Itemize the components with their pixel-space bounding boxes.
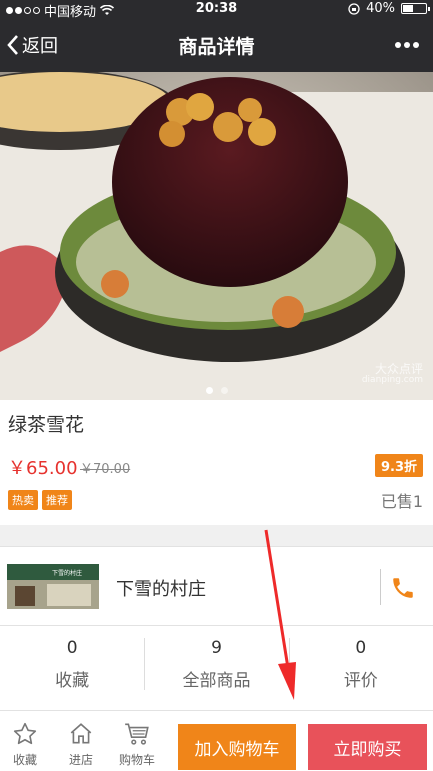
carousel-pager	[0, 387, 433, 394]
battery-icon	[401, 3, 430, 14]
stat-label: 全部商品	[182, 671, 251, 691]
divider	[380, 569, 381, 605]
stat-label: 评价	[343, 671, 378, 691]
stat-label: 收藏	[55, 671, 90, 691]
original-price: ￥70.00	[80, 462, 131, 477]
sold-count: 已售1	[380, 492, 423, 511]
tag-recommended: 推荐	[42, 490, 72, 510]
store-button[interactable]: 进店	[56, 721, 106, 768]
product-name: 绿茶雪花	[8, 414, 85, 436]
phone-icon[interactable]	[390, 575, 416, 601]
store-label: 进店	[68, 753, 93, 767]
cart-icon	[125, 723, 149, 745]
product-photo	[0, 72, 433, 400]
product-tags: 热卖 推荐	[8, 490, 72, 510]
more-menu-icon[interactable]	[395, 42, 419, 48]
status-bar: 中国移动 20:38 40%	[0, 0, 433, 20]
product-image-carousel[interactable]: 大众点评 dianping.com	[0, 72, 433, 400]
page-title: 商品详情	[178, 36, 255, 58]
favorite-label: 收藏	[12, 753, 37, 767]
watermark: 大众点评 dianping.com	[361, 362, 423, 386]
cart-button[interactable]: 购物车	[112, 721, 162, 768]
stat-value: 0	[355, 638, 367, 658]
watermark-sub: dianping.com	[361, 375, 423, 386]
shop-stats: 0 收藏 9 全部商品 0 评价	[0, 626, 433, 710]
battery-percent: 40%	[366, 1, 395, 16]
pager-dot-active[interactable]	[205, 387, 213, 394]
orientation-lock-icon	[348, 2, 360, 15]
home-icon	[70, 723, 92, 744]
product-price: ￥65.00	[8, 458, 78, 479]
stat-value: 9	[211, 638, 222, 658]
shop-name: 下雪的村庄	[116, 579, 206, 600]
cart-label: 购物车	[118, 753, 155, 767]
stat-favorites[interactable]: 0 收藏	[0, 626, 144, 710]
status-right: 40%	[348, 1, 430, 16]
add-to-cart-button[interactable]: 加入购物车	[178, 724, 296, 770]
star-icon	[13, 722, 37, 745]
pager-dot[interactable]	[220, 387, 228, 394]
nav-bar: 返回 商品详情	[0, 18, 433, 72]
bottom-action-bar: 收藏 进店 购物车 加入购物车 立即购买	[0, 710, 433, 771]
product-detail-page: 中国移动 20:38 40% 返回 商品详情 大众点评 dianping.com…	[0, 0, 433, 771]
product-info: 绿茶雪花 ￥65.00 ￥70.00 9.3折 热卖 推荐 已售1	[0, 400, 433, 525]
shop-card[interactable]: 下雪的村庄 下雪的村庄	[0, 546, 433, 626]
shop-thumbnail: 下雪的村庄	[7, 564, 99, 609]
tag-hot: 热卖	[8, 490, 38, 510]
stat-reviews[interactable]: 0 评价	[288, 626, 433, 710]
stat-all-products[interactable]: 9 全部商品	[144, 626, 288, 710]
shop-sign-text: 下雪的村庄	[52, 569, 82, 577]
favorite-button[interactable]: 收藏	[0, 721, 50, 768]
buy-now-button[interactable]: 立即购买	[308, 724, 427, 770]
stat-value: 0	[66, 638, 78, 658]
discount-badge: 9.3折	[374, 454, 423, 477]
